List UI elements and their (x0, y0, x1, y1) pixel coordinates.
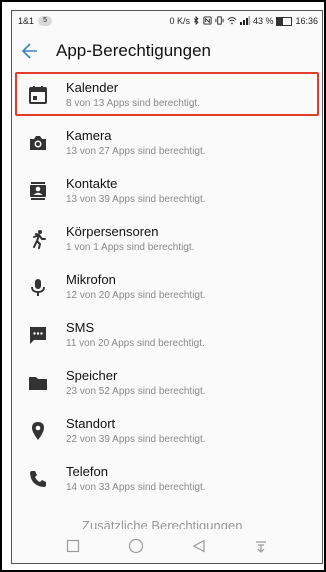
screenshot-frame: 1&1 5 0 K/s 43 % 16:36 App-Berechtigunge… (0, 0, 326, 572)
permission-item-standort[interactable]: Standort 22 von 39 Apps sind berechtigt. (12, 407, 322, 455)
permission-item-sms[interactable]: SMS 11 von 20 Apps sind berechtigt. (12, 311, 322, 359)
recent-apps-icon[interactable] (66, 539, 80, 553)
phone-screen: 1&1 5 0 K/s 43 % 16:36 App-Berechtigunge… (11, 10, 323, 564)
sms-icon (26, 323, 50, 347)
permission-item-kontakte[interactable]: Kontakte 13 von 39 Apps sind berechtigt. (12, 167, 322, 215)
permission-name: Speicher (66, 368, 118, 383)
permission-name: Telefon (66, 464, 108, 479)
permission-desc: 23 von 52 Apps sind berechtigt. (66, 386, 206, 397)
signal-icon (239, 15, 250, 27)
notification-pulldown-icon[interactable] (254, 539, 268, 553)
permission-item-speicher[interactable]: Speicher 23 von 52 Apps sind berechtigt. (12, 359, 322, 407)
permission-name: Kalender (66, 80, 119, 95)
carrier-label: 1&1 (18, 16, 35, 26)
page-title: App-Berechtigungen (56, 41, 212, 60)
permission-desc: 1 von 1 Apps sind berechtigt. (66, 242, 195, 253)
clock: 16:36 (295, 16, 318, 26)
body-sensors-icon (26, 227, 50, 251)
permission-item-kamera[interactable]: Kamera 13 von 27 Apps sind berechtigt. (12, 119, 322, 167)
permission-name: Standort (66, 416, 116, 431)
location-icon (26, 419, 50, 443)
bluetooth-icon (193, 15, 200, 27)
folder-icon (26, 371, 50, 395)
vibrate-icon (215, 15, 224, 27)
permission-item-telefon[interactable]: Telefon 14 von 33 Apps sind berechtigt. (12, 455, 322, 503)
permission-desc: 13 von 27 Apps sind berechtigt. (66, 146, 206, 157)
battery-percent: 43 % (252, 16, 274, 26)
status-bar: 1&1 5 0 K/s 43 % 16:36 (12, 11, 322, 31)
permission-desc: 8 von 13 Apps sind berechtigt. (66, 98, 200, 109)
battery-icon (276, 16, 293, 26)
permission-item-mikrofon[interactable]: Mikrofon 12 von 20 Apps sind berechtigt. (12, 263, 322, 311)
permission-name: Körpersensoren (66, 224, 159, 239)
permission-name: SMS (66, 320, 95, 335)
permission-desc: 14 von 33 Apps sind berechtigt. (66, 482, 206, 493)
home-icon[interactable] (128, 538, 144, 554)
back-triangle-icon[interactable] (192, 539, 206, 553)
app-bar: App-Berechtigungen (12, 31, 322, 71)
permission-list: Kalender 8 von 13 Apps sind berechtigt. … (12, 71, 322, 503)
permission-name: Mikrofon (66, 272, 116, 287)
camera-icon (26, 131, 50, 155)
permission-desc: 12 von 20 Apps sind berechtigt. (66, 290, 206, 301)
wifi-icon (227, 16, 237, 27)
microphone-icon (26, 275, 50, 299)
calendar-icon (26, 83, 50, 107)
contacts-icon (26, 179, 50, 203)
phone-icon (26, 467, 50, 491)
permission-desc: 11 von 20 Apps sind berechtigt. (66, 338, 205, 349)
permission-item-kalender[interactable]: Kalender 8 von 13 Apps sind berechtigt. (12, 71, 322, 119)
network-speed: 0 K/s (169, 16, 190, 26)
permission-item-koerpersensoren[interactable]: Körpersensoren 1 von 1 Apps sind berecht… (12, 215, 322, 263)
back-arrow-icon[interactable] (18, 39, 42, 63)
navigation-bar (12, 529, 322, 563)
permission-name: Kamera (66, 128, 112, 143)
permission-desc: 22 von 39 Apps sind berechtigt. (66, 434, 206, 445)
permission-desc: 13 von 39 Apps sind berechtigt. (66, 194, 206, 205)
nfc-icon (203, 15, 212, 27)
notification-badge: 5 (38, 16, 53, 26)
permission-name: Kontakte (66, 176, 118, 191)
